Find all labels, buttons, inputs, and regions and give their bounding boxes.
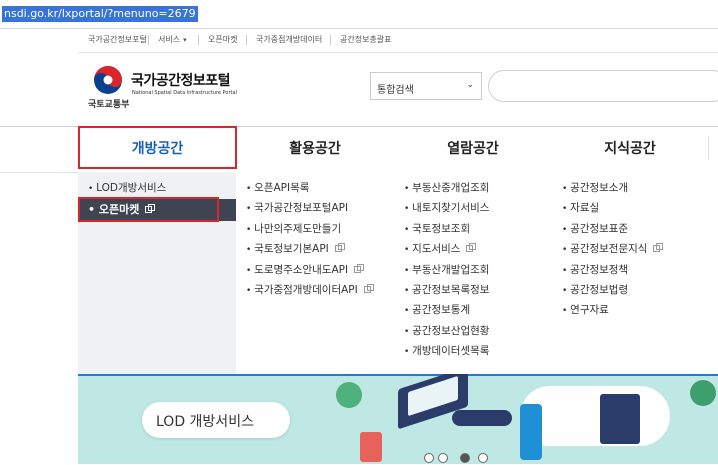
menu-item-industry-status[interactable]: 공간정보산업현황 — [404, 321, 489, 341]
menu-item-land-basic-api[interactable]: 국토정보기본API — [246, 239, 371, 259]
chevron-down-icon: ⌄ — [466, 80, 474, 90]
tab-utilization-space[interactable]: 활용공간 — [236, 127, 394, 172]
search-scope-label: 통합검색 — [377, 85, 414, 96]
search-scope-select[interactable]: 통합검색 ⌄ — [370, 72, 482, 100]
menu-item-statistics[interactable]: 공간정보통계 — [404, 300, 489, 320]
menu-col-browse: 부동산중개업조회 내토지찾기서비스 국토정보조회 지도서비스 부동산개발업조회 … — [404, 178, 489, 362]
menu-col-utilization: 오픈API목록 국가공간정보포털API 나만의주제도만들기 국토정보기본API … — [246, 178, 374, 300]
highlight-box-item — [78, 197, 219, 222]
menu-col-knowledge: 공간정보소개 자료실 공간정보표준 공간정보전문지식 공간정보정책 공간정보법령… — [562, 178, 664, 321]
address-bar[interactable]: nsdi.go.kr/lxportal/?menuno=2679 — [0, 0, 718, 29]
slide-dot-2[interactable] — [438, 453, 448, 463]
site-logo[interactable]: 국가공간정보포털 National Spatial Data Infrastru… — [88, 62, 258, 114]
menu-item-realestate-dev[interactable]: 부동산개발업조회 — [404, 260, 489, 280]
menu-item-lod[interactable]: LOD개방서비스 — [88, 178, 166, 198]
menu-item-openapi-list[interactable]: 오픈API목록 — [246, 178, 371, 198]
menu-item-policy[interactable]: 공간정보정책 — [562, 260, 660, 280]
new-window-icon — [466, 243, 477, 253]
tab-knowledge-space[interactable]: 지식공간 — [552, 127, 708, 172]
new-window-icon — [653, 243, 664, 253]
search-input[interactable] — [488, 70, 718, 102]
new-window-icon — [354, 263, 365, 273]
util-link-openmarket[interactable]: 오픈마켓 — [208, 34, 237, 45]
menu-item-catalog-info[interactable]: 공간정보목록정보 — [404, 280, 489, 300]
new-window-icon — [334, 243, 345, 253]
slide-dot-3[interactable] — [460, 453, 470, 463]
menu-item-my-theme-map[interactable]: 나만의주제도만들기 — [246, 219, 371, 239]
menu-item-realestate-broker[interactable]: 부동산중개업조회 — [404, 178, 489, 198]
menu-item-map-service[interactable]: 지도서비스 — [404, 239, 489, 259]
taegeuk-emblem-icon — [94, 66, 122, 94]
site-title: 국가공간정보포털 — [131, 73, 231, 89]
menu-item-research[interactable]: 연구자료 — [562, 300, 660, 320]
menu-item-archive[interactable]: 자료실 — [562, 198, 660, 218]
tab-browse-space[interactable]: 열람공간 — [394, 127, 552, 172]
utility-bar: 국가공간정보포털 서비스 오픈마켓 국가중점개방데이터 공간정보총괄표 — [78, 28, 718, 53]
new-window-icon — [363, 283, 374, 293]
menu-item-law[interactable]: 공간정보법령 — [562, 280, 660, 300]
menu-item-key-open-data-api[interactable]: 국가중점개방데이터API — [246, 280, 374, 300]
menu-item-standard[interactable]: 공간정보표준 — [562, 219, 660, 239]
menu-item-land-info[interactable]: 국토정보조회 — [404, 219, 489, 239]
slide-dot-1[interactable] — [424, 453, 434, 463]
util-link-portal[interactable]: 국가공간정보포털 — [88, 34, 147, 45]
highlight-box-tab — [78, 126, 237, 169]
site-subtitle: National Spatial Data Infrastructure Por… — [132, 90, 237, 96]
menu-item-road-address-api[interactable]: 도로명주소안내도API — [246, 260, 371, 280]
menu-item-intro[interactable]: 공간정보소개 — [562, 178, 660, 198]
hero-banner[interactable] — [0, 374, 718, 464]
slide-dot-4[interactable] — [478, 453, 488, 463]
hero-banner-label: LOD 개방서비스 — [156, 414, 254, 430]
util-link-service[interactable]: 서비스 — [158, 34, 187, 45]
menu-col-open: LOD개방서비스 — [88, 178, 166, 198]
url-text[interactable]: nsdi.go.kr/lxportal/?menuno=2679 — [2, 6, 198, 22]
menu-item-expert-knowledge[interactable]: 공간정보전문지식 — [562, 239, 664, 259]
hero-banner-title[interactable]: LOD 개방서비스 — [142, 402, 290, 438]
menu-item-portal-api[interactable]: 국가공간정보포털API — [246, 198, 371, 218]
util-link-key-open-data[interactable]: 국가중점개방데이터 — [256, 34, 322, 45]
menu-item-find-my-land[interactable]: 내토지찾기서비스 — [404, 198, 489, 218]
ministry-name: 국토교통부 — [88, 100, 130, 110]
util-link-overview[interactable]: 공간정보총괄표 — [340, 34, 392, 45]
menu-item-dataset-list[interactable]: 개방데이터셋목록 — [404, 341, 489, 361]
